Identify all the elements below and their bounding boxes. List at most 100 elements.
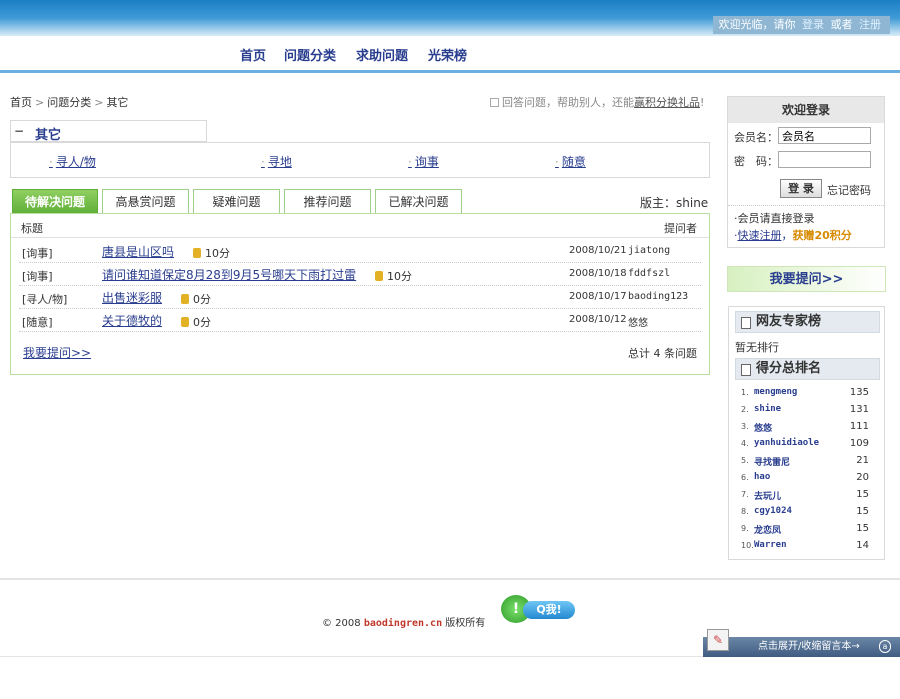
row-points: 10分 xyxy=(193,245,230,261)
row-points: 0分 xyxy=(181,314,211,330)
header-register-link[interactable]: 注册 xyxy=(859,18,881,31)
login-title: 欢迎登录 xyxy=(728,97,884,123)
chevron-right-icon: > xyxy=(94,96,104,109)
bonus-text: 获赠20积分 xyxy=(792,229,852,242)
ranking-user[interactable]: 悠悠 xyxy=(754,421,772,434)
tab-recommended[interactable]: 推荐问题 xyxy=(284,189,371,214)
breadcrumb-categories[interactable]: 问题分类 xyxy=(47,96,91,109)
login-box: 欢迎登录 会员名： 密 码： 登 录 忘记密码 ·会员请直接登录 ·快速注册，获… xyxy=(727,96,885,248)
nav-honor-board[interactable]: 光荣榜 xyxy=(428,45,467,64)
quick-register-link[interactable]: 快速注册 xyxy=(738,229,782,242)
ranking-row: 8. cgy1024 15 xyxy=(741,506,869,517)
guestbook-toggle-bar[interactable]: ✎ 点击展开/收缩留言本→ a xyxy=(703,629,900,657)
ranking-user[interactable]: 龙恋凤 xyxy=(754,523,781,536)
reward-tip: 回答问题，帮助别人，还能赢积分换礼品! xyxy=(490,94,704,110)
row-points: 10分 xyxy=(375,268,412,284)
ranking-user[interactable]: shine xyxy=(754,404,781,414)
username-input[interactable] xyxy=(778,127,871,144)
ranking-row: 3. 悠悠 111 xyxy=(741,421,869,434)
ranking-row: 4. yanhuidiaole 109 xyxy=(741,438,869,449)
password-label: 密 码： xyxy=(734,155,778,168)
qq-contact-button[interactable]: ! Q我! xyxy=(501,595,575,623)
row-points: 0分 xyxy=(181,291,211,307)
row-category: [寻人/物] xyxy=(22,293,68,306)
table-row: [寻人/物] 出售迷彩服 0分 2008/10/17 baoding123 xyxy=(19,286,701,309)
coin-icon xyxy=(181,317,189,327)
experts-header: 网友专家榜 xyxy=(735,311,880,333)
ranking-row: 10. Warren 14 xyxy=(741,540,869,551)
ranking-user[interactable]: cgy1024 xyxy=(754,506,792,516)
register-line: ·快速注册，获赠20积分 xyxy=(734,229,852,242)
question-title-link[interactable]: 请问谁知道保定8月28到9月5号哪天下雨打过雷 xyxy=(102,266,356,283)
tab-solved[interactable]: 已解决问题 xyxy=(375,189,462,214)
copyright: © 2008 baodingren.cn 版权所有 xyxy=(322,618,486,629)
header-login-link[interactable]: 登录 xyxy=(802,18,824,31)
tab-high-reward[interactable]: 高悬赏问题 xyxy=(102,189,189,214)
ask-question-link[interactable]: 我要提问>> xyxy=(23,344,91,361)
login-divider xyxy=(728,205,884,206)
nav-home[interactable]: 首页 xyxy=(240,45,266,64)
header-asker: 提问者 xyxy=(664,222,697,235)
password-input[interactable] xyxy=(778,151,871,168)
document-icon xyxy=(741,364,751,376)
ask-question-button[interactable]: 我要提问>> xyxy=(727,266,886,292)
tab-difficult[interactable]: 疑难问题 xyxy=(193,189,280,214)
info-icon xyxy=(490,98,499,107)
question-title-link[interactable]: 出售迷彩服 xyxy=(102,289,162,306)
ranking-row: 9. 龙恋凤 15 xyxy=(741,523,869,536)
row-date: 2008/10/21 xyxy=(569,245,627,256)
coin-icon xyxy=(193,248,201,258)
score-ranking-header: 得分总排名 xyxy=(735,358,880,380)
site-name: baodingren.cn xyxy=(363,618,443,629)
question-panel: 标题 提问者 [询事] 唐县是山区吗 10分 2008/10/21 jiaton… xyxy=(10,213,710,375)
guestbook-toggle-text: 点击展开/收缩留言本→ xyxy=(758,641,860,652)
forgot-password-link[interactable]: 忘记密码 xyxy=(827,182,871,198)
document-icon xyxy=(741,317,751,329)
row-date: 2008/10/12 xyxy=(569,314,627,325)
row-category: [随意] xyxy=(22,316,53,329)
nav-help-questions[interactable]: 求助问题 xyxy=(356,45,408,64)
login-button[interactable]: 登 录 xyxy=(780,179,822,198)
table-row: [询事] 请问谁知道保定8月28到9月5号哪天下雨打过雷 10分 2008/10… xyxy=(19,263,701,286)
row-user: fddfszl xyxy=(628,268,671,279)
subcategory-link[interactable]: · 询事 xyxy=(408,153,439,170)
subcategory-link[interactable]: · 随意 xyxy=(555,153,586,170)
gift-exchange-link[interactable]: 赢积分换礼品 xyxy=(634,96,700,109)
or-text: 或者 xyxy=(830,18,853,31)
header-title: 标题 xyxy=(21,222,43,235)
pencil-icon: ✎ xyxy=(707,629,729,651)
row-user: jiatong xyxy=(628,245,671,256)
coin-icon xyxy=(375,271,383,281)
tip-text: 回答问题，帮助别人，还能 xyxy=(502,96,634,109)
row-category: [询事] xyxy=(22,270,53,283)
total-count: 总计 4 条问题 xyxy=(628,347,697,360)
ranking-user[interactable]: 去玩儿 xyxy=(754,489,781,502)
username-label: 会员名： xyxy=(734,131,778,144)
category-name: 其它 xyxy=(35,128,62,143)
breadcrumb-current: 其它 xyxy=(106,96,129,109)
ranking-user[interactable]: 寻找雷尼 xyxy=(754,455,790,468)
question-title-link[interactable]: 关于德牧的 xyxy=(102,312,162,329)
tab-pending[interactable]: 待解决问题 xyxy=(12,189,98,214)
welcome-bar: 欢迎光临，请你 登录 或者 注册 xyxy=(712,16,890,34)
ranking-row: 2. shine 131 xyxy=(741,404,869,415)
ranking-box: 网友专家榜 暂无排行 得分总排名 1. mengmeng 135 2. shine 13… xyxy=(728,306,885,560)
subcategory-link[interactable]: · 寻地 xyxy=(261,153,292,170)
ranking-user[interactable]: hao xyxy=(754,472,770,482)
table-header: 标题 提问者 xyxy=(11,214,709,238)
breadcrumb: 首页 > 问题分类 > 其它 xyxy=(10,94,130,110)
subcategory-link[interactable]: · 寻人/物 xyxy=(49,153,96,170)
moderator-label: 版主：shine xyxy=(640,196,709,210)
footer-divider xyxy=(0,578,900,580)
collapse-icon[interactable]: − xyxy=(14,124,24,138)
breadcrumb-home[interactable]: 首页 xyxy=(10,96,32,109)
ranking-user[interactable]: Warren xyxy=(754,540,787,550)
nav-categories[interactable]: 问题分类 xyxy=(284,45,336,64)
login-note: ·会员请直接登录 xyxy=(734,212,815,225)
ranking-user[interactable]: yanhuidiaole xyxy=(754,438,819,448)
ranking-user[interactable]: mengmeng xyxy=(754,387,797,397)
question-title-link[interactable]: 唐县是山区吗 xyxy=(102,243,174,260)
category-header: − 其它 xyxy=(10,120,207,143)
row-date: 2008/10/18 xyxy=(569,268,627,279)
tip-suffix: ! xyxy=(700,96,705,109)
